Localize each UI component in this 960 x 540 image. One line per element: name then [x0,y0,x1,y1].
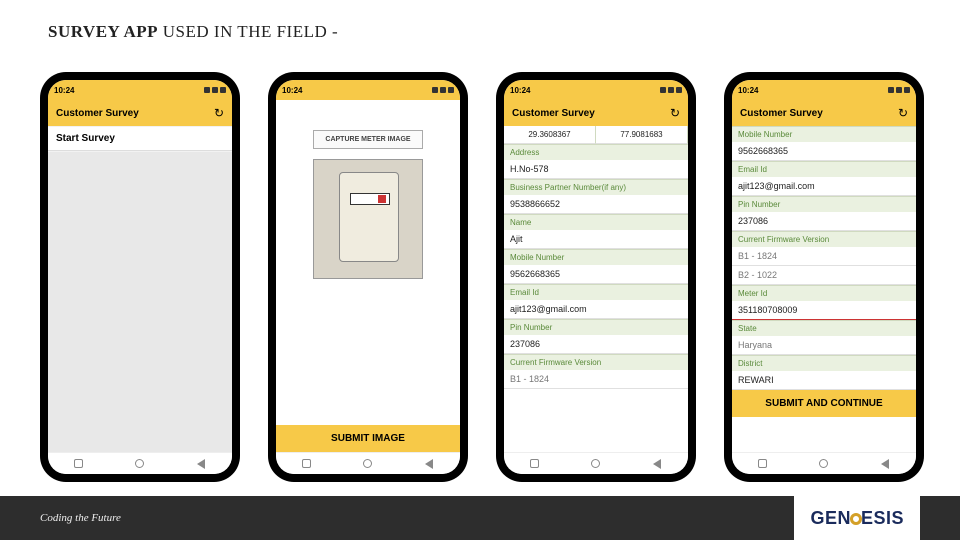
back-icon[interactable] [423,458,435,470]
mobile-field[interactable]: 9562668365 [732,142,916,161]
phone-1: 10:24 Customer Survey ↻ Start Survey [40,72,240,482]
form-screen: 29.3608367 77.9081683 Address H.No-578 B… [504,126,688,452]
mobile-label: Mobile Number [732,126,916,142]
home-icon[interactable] [590,458,602,470]
recent-icon[interactable] [757,458,769,470]
status-bar: 10:24 [48,80,232,100]
phone-2: 10:24 CAPTURE METER IMAGE SUBMIT IMAGE [268,72,468,482]
recent-icon[interactable] [73,458,85,470]
status-time: 10:24 [510,86,530,95]
phone-3: 10:24 Customer Survey ↻ 29.3608367 77.90… [496,72,696,482]
address-label: Address [504,144,688,160]
status-time: 10:24 [54,86,74,95]
longitude-field[interactable]: 77.9081683 [596,126,688,144]
submit-image-button[interactable]: SUBMIT IMAGE [276,425,460,452]
home-icon[interactable] [134,458,146,470]
bp-label: Business Partner Number(if any) [504,179,688,195]
sync-icon[interactable]: ↻ [214,106,224,120]
capture-meter-button[interactable]: CAPTURE METER IMAGE [313,130,423,149]
app-header: Customer Survey ↻ [504,100,688,126]
latitude-field[interactable]: 29.3608367 [504,126,596,144]
pin-label: Pin Number [504,319,688,335]
firmware-label: Current Firmware Version [732,231,916,247]
mobile-label: Mobile Number [504,249,688,265]
pin-label: Pin Number [732,196,916,212]
firmware-b2: B2 - 1022 [732,266,916,285]
meterid-label: Meter Id [732,285,916,301]
back-icon[interactable] [195,458,207,470]
start-survey-button[interactable]: Start Survey [48,127,232,151]
android-nav [504,452,688,474]
footer-tagline: Coding the Future [40,512,121,524]
firmware-b1: B1 - 1824 [732,247,916,266]
back-icon[interactable] [879,458,891,470]
sync-icon[interactable]: ↻ [898,106,908,120]
phone-4: 10:24 Customer Survey ↻ Mobile Number 95… [724,72,924,482]
pin-field[interactable]: 237086 [732,212,916,231]
screen-start: Start Survey [48,126,232,452]
app-header: Customer Survey ↻ [732,100,916,126]
home-icon[interactable] [818,458,830,470]
status-bar: 10:24 [504,80,688,100]
status-icons [888,87,910,93]
status-icons [432,87,454,93]
footer-bar: Coding the Future GENESIS [0,496,960,540]
firmware-label: Current Firmware Version [504,354,688,370]
header-title: Customer Survey [740,108,823,119]
status-time: 10:24 [738,86,758,95]
submit-continue-button[interactable]: SUBMIT AND CONTINUE [732,390,916,417]
status-icons [660,87,682,93]
meter-image [313,159,423,279]
android-nav [48,452,232,474]
recent-icon[interactable] [529,458,541,470]
form-screen-2: Mobile Number 9562668365 Email Id ajit12… [732,126,916,452]
status-icons [204,87,226,93]
header-title: Customer Survey [512,108,595,119]
mobile-field[interactable]: 9562668365 [504,265,688,284]
address-field[interactable]: H.No-578 [504,160,688,179]
email-label: Email Id [504,284,688,300]
home-icon[interactable] [362,458,374,470]
email-field[interactable]: ajit123@gmail.com [732,177,916,196]
android-nav [732,452,916,474]
recent-icon[interactable] [301,458,313,470]
bp-field[interactable]: 9538866652 [504,195,688,214]
email-label: Email Id [732,161,916,177]
sync-icon[interactable]: ↻ [670,106,680,120]
district-label: District [732,355,916,371]
app-header: Customer Survey ↻ [48,100,232,126]
state-label: State [732,320,916,336]
android-nav [276,452,460,474]
firmware-field: B1 - 1824 [504,370,688,389]
meterid-field[interactable]: 351180708009 [732,301,916,320]
status-bar: 10:24 [276,80,460,100]
email-field[interactable]: ajit123@gmail.com [504,300,688,319]
pin-field[interactable]: 237086 [504,335,688,354]
status-bar: 10:24 [732,80,916,100]
district-field[interactable]: REWARI [732,371,916,390]
phone-row: 10:24 Customer Survey ↻ Start Survey 10:… [40,72,924,482]
name-label: Name [504,214,688,230]
back-icon[interactable] [651,458,663,470]
status-time: 10:24 [282,86,302,95]
state-field[interactable]: Haryana [732,336,916,355]
header-title: Customer Survey [56,108,139,119]
logo: GENESIS [794,496,920,540]
page-title: SURVEY APP USED IN THE FIELD - [48,22,338,42]
name-field[interactable]: Ajit [504,230,688,249]
